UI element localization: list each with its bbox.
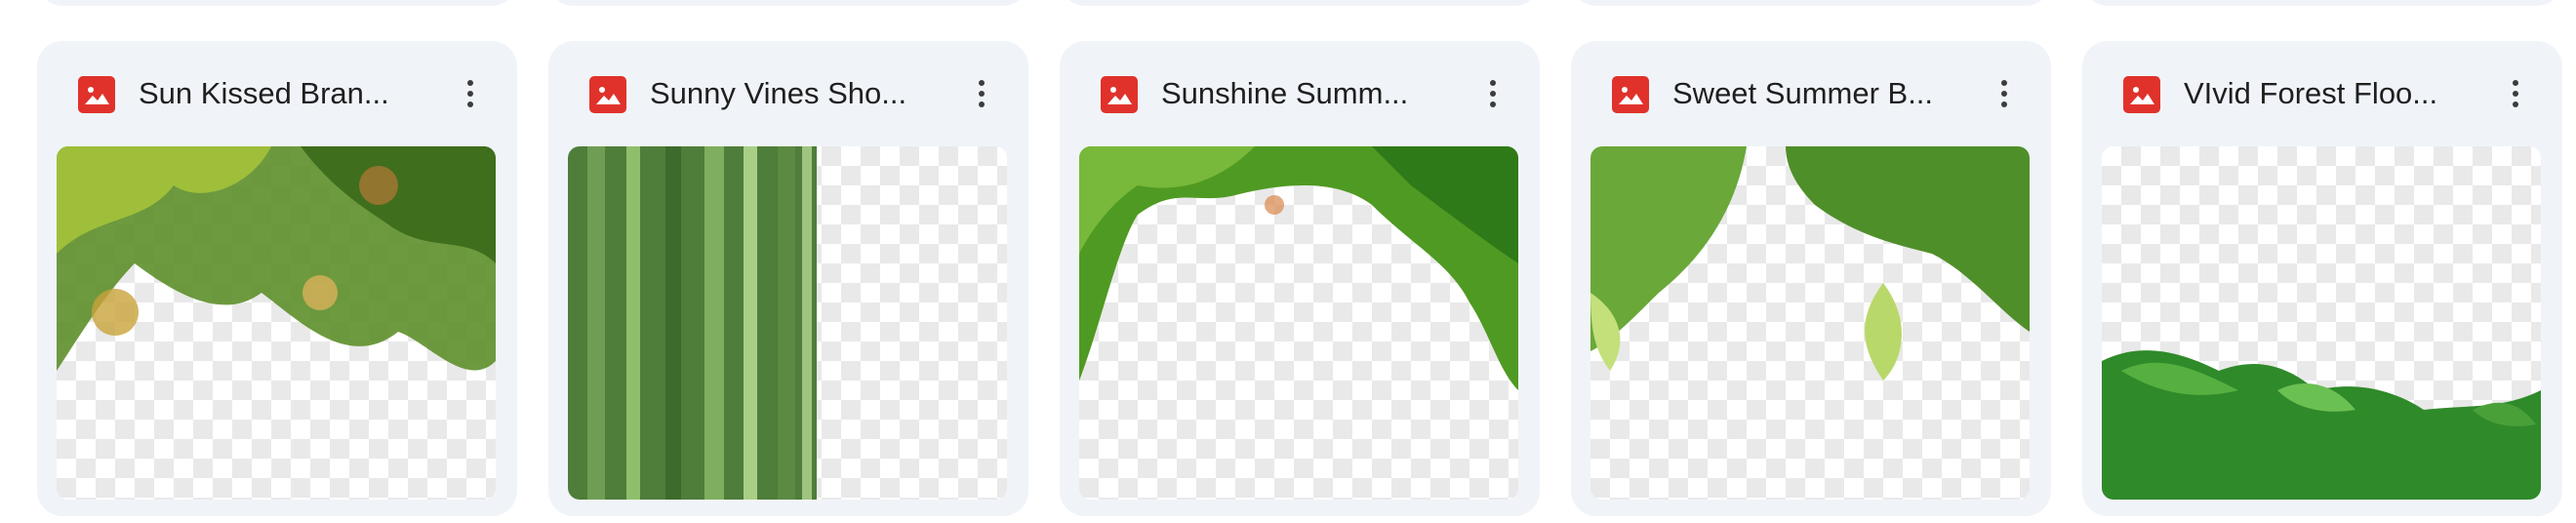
file-card[interactable]: Sunny Vines Sho... [548,41,1028,516]
file-thumbnail[interactable] [57,146,496,500]
file-thumbnail[interactable] [1079,146,1518,500]
file-card[interactable]: Sweet Summer B... [1571,41,2051,516]
file-card-header: Sunny Vines Sho... [548,41,1028,146]
leafy-canopy-image [1079,146,1518,390]
summer-branch-image [1590,146,2030,381]
file-card[interactable]: Sunshine Summ... [1060,41,1540,516]
file-thumbnail[interactable] [1590,146,2030,500]
leaves-image [57,146,496,371]
previous-row-card-edge [1571,0,2051,6]
forest-floor-ferns-image [2102,350,2541,500]
file-thumbnail[interactable] [568,146,1007,500]
willow-vines-image [568,146,817,500]
file-name[interactable]: VIvid Forest Floo... [2184,74,2476,113]
image-file-icon [589,76,626,113]
more-actions-icon[interactable] [956,68,1007,119]
more-actions-icon[interactable] [1979,68,2030,119]
file-card[interactable]: VIvid Forest Floo... [2082,41,2562,516]
file-card[interactable]: Sun Kissed Bran... [37,41,517,516]
file-card-header: VIvid Forest Floo... [2082,41,2562,146]
previous-row-card-edge [1060,0,1540,6]
file-name[interactable]: Sun Kissed Bran... [139,74,431,113]
image-file-icon [1612,76,1649,113]
image-file-icon [1101,76,1138,113]
file-name[interactable]: Sunshine Summ... [1161,74,1454,113]
previous-row-card-edge [2082,0,2562,6]
file-name[interactable]: Sunny Vines Sho... [650,74,943,113]
previous-row-card-edge [37,0,517,6]
image-file-icon [78,76,115,113]
previous-row-card-edge [548,0,1028,6]
file-card-header: Sunshine Summ... [1060,41,1540,146]
file-card-header: Sun Kissed Bran... [37,41,517,146]
file-name[interactable]: Sweet Summer B... [1672,74,1965,113]
image-file-icon [2123,76,2160,113]
file-card-header: Sweet Summer B... [1571,41,2051,146]
more-actions-icon[interactable] [445,68,496,119]
more-actions-icon[interactable] [1468,68,1518,119]
file-thumbnail[interactable] [2102,146,2541,500]
more-actions-icon[interactable] [2490,68,2541,119]
